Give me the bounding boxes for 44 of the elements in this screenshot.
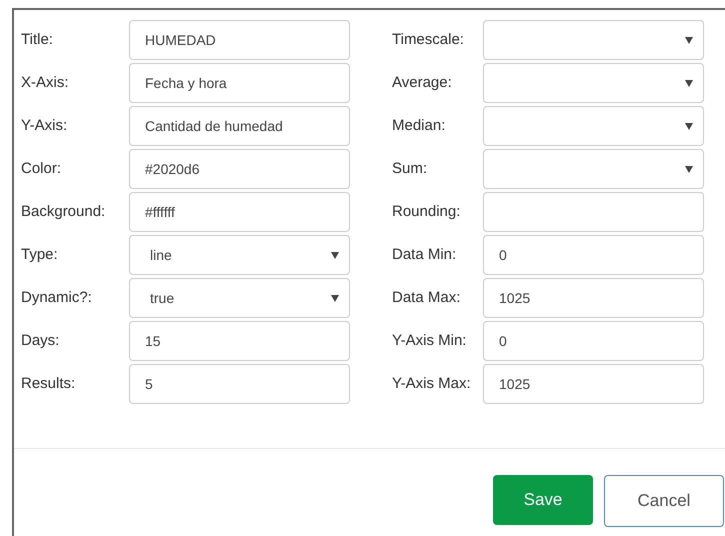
field-label: Dynamic?:: [21, 288, 93, 308]
cancel-button[interactable]: Cancel: [604, 475, 724, 527]
input-field[interactable]: HUMEDAD: [129, 20, 350, 60]
field-label: Color:: [21, 158, 62, 179]
field-label: Average:: [392, 72, 453, 93]
field-label: Timescale:: [392, 30, 465, 50]
input-field[interactable]: Fecha y hora: [129, 63, 350, 103]
input-field[interactable]: #2020d6: [129, 149, 350, 189]
field-label: Rounding:: [392, 202, 462, 222]
input-field[interactable]: #ffffff: [129, 192, 350, 232]
input-field[interactable]: 0: [483, 235, 704, 275]
caret-icon: [685, 36, 693, 44]
input-field[interactable]: 0: [483, 321, 704, 361]
caret-icon: [685, 79, 693, 87]
caret-icon: [685, 165, 693, 173]
caret-icon: [331, 251, 339, 259]
field-label: X-Axis:: [21, 72, 70, 93]
field-label: Background:: [21, 202, 106, 222]
select-field[interactable]: [483, 149, 704, 189]
input-field[interactable]: 1025: [483, 364, 704, 404]
field-label: Y-Axis Min:: [392, 330, 468, 351]
field-label: Results:: [21, 374, 76, 394]
select-field[interactable]: true: [129, 278, 350, 318]
select-field[interactable]: [483, 106, 704, 146]
field-label: Y-Axis:: [21, 116, 68, 136]
caret-icon: [685, 122, 693, 130]
field-label: Days:: [21, 330, 60, 351]
field-label: Sum:: [392, 158, 428, 179]
field-label: Title:: [21, 30, 54, 50]
field-label: Data Min:: [392, 244, 458, 265]
field-label: Median:: [392, 116, 446, 136]
field-label: Data Max:: [392, 288, 462, 308]
select-field[interactable]: [483, 20, 704, 60]
save-button[interactable]: Save: [493, 475, 593, 525]
input-field[interactable]: 15: [129, 321, 350, 361]
input-field[interactable]: [483, 192, 704, 232]
input-field[interactable]: Cantidad de humedad: [129, 106, 350, 146]
caret-icon: [331, 294, 339, 302]
select-field[interactable]: [483, 63, 704, 103]
field-label: Type:: [21, 244, 59, 265]
select-field[interactable]: line: [129, 235, 350, 275]
input-field[interactable]: 1025: [483, 278, 704, 318]
field-label: Y-Axis Max:: [392, 374, 472, 394]
input-field[interactable]: 5: [129, 364, 350, 404]
